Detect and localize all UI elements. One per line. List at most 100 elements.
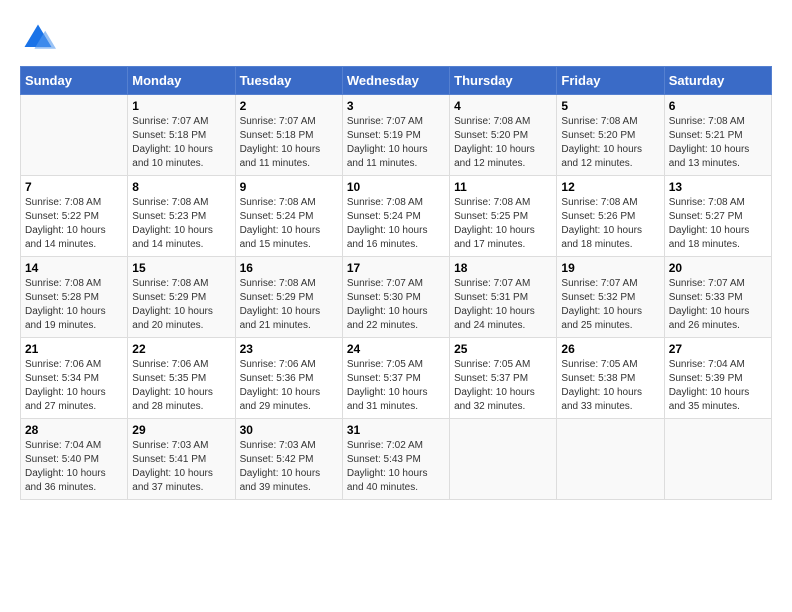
day-number: 8 [132,180,230,194]
week-row-5: 28 Sunrise: 7:04 AMSunset: 5:40 PMDayligh… [21,419,772,500]
calendar-cell: 16Sunrise: 7:08 AMSunset: 5:29 PMDayligh… [235,257,342,338]
day-info: Sunrise: 7:07 AMSunset: 5:31 PMDaylight:… [454,277,552,333]
calendar-cell: 13 Sunrise: 7:08 AMSunset: 5:27 PMDayligh… [664,176,771,257]
day-info: Sunrise: 7:04 AMSunset: 5:39 PMDaylight:… [669,358,767,414]
calendar-cell [450,419,557,500]
calendar-cell: 3 Sunrise: 7:07 AMSunset: 5:19 PMDaylight… [342,95,449,176]
week-row-4: 21 Sunrise: 7:06 AMSunset: 5:34 PMDayligh… [21,338,772,419]
calendar-cell: 15 Sunrise: 7:08 AMSunset: 5:29 PMDayligh… [128,257,235,338]
day-info: Sunrise: 7:03 AMSunset: 5:41 PMDaylight:… [132,439,230,495]
calendar-cell: 5Sunrise: 7:08 AMSunset: 5:20 PMDaylight… [557,95,664,176]
calendar-cell: 10Sunrise: 7:08 AMSunset: 5:24 PMDayligh… [342,176,449,257]
header-thursday: Thursday [450,67,557,95]
day-number: 28 [25,423,123,437]
day-number: 3 [347,99,445,113]
day-number: 14 [25,261,123,275]
calendar-cell: 6Sunrise: 7:08 AMSunset: 5:21 PMDaylight… [664,95,771,176]
day-info: Sunrise: 7:08 AMSunset: 5:27 PMDaylight:… [669,196,767,252]
day-number: 30 [240,423,338,437]
day-number: 22 [132,342,230,356]
header-monday: Monday [128,67,235,95]
day-info: Sunrise: 7:08 AMSunset: 5:25 PMDaylight:… [454,196,552,252]
day-info: Sunrise: 7:08 AMSunset: 5:21 PMDaylight:… [669,115,767,171]
calendar-cell [557,419,664,500]
calendar-cell: 1 Sunrise: 7:07 AMSunset: 5:18 PMDaylight… [128,95,235,176]
day-number: 7 [25,180,123,194]
day-info: Sunrise: 7:08 AMSunset: 5:28 PMDaylight:… [25,277,123,333]
calendar-cell: 21 Sunrise: 7:06 AMSunset: 5:34 PMDayligh… [21,338,128,419]
day-info: Sunrise: 7:08 AMSunset: 5:29 PMDaylight:… [132,277,230,333]
day-number: 15 [132,261,230,275]
calendar-cell: 4 Sunrise: 7:08 AMSunset: 5:20 PMDaylight… [450,95,557,176]
calendar-cell: 20 Sunrise: 7:07 AMSunset: 5:33 PMDayligh… [664,257,771,338]
day-number: 2 [240,99,338,113]
day-number: 18 [454,261,552,275]
day-number: 27 [669,342,767,356]
day-info: Sunrise: 7:06 AMSunset: 5:36 PMDaylight:… [240,358,338,414]
calendar-cell: 8 Sunrise: 7:08 AMSunset: 5:23 PMDaylight… [128,176,235,257]
calendar-header: SundayMondayTuesdayWednesdayThursdayFrid… [21,67,772,95]
day-number: 19 [561,261,659,275]
logo [20,20,60,56]
day-number: 4 [454,99,552,113]
header-saturday: Saturday [664,67,771,95]
page-header [20,20,772,56]
calendar-cell: 25Sunrise: 7:05 AMSunset: 5:37 PMDayligh… [450,338,557,419]
day-info: Sunrise: 7:05 AMSunset: 5:37 PMDaylight:… [454,358,552,414]
day-number: 13 [669,180,767,194]
calendar-cell: 17 Sunrise: 7:07 AMSunset: 5:30 PMDayligh… [342,257,449,338]
day-number: 5 [561,99,659,113]
calendar-cell [21,95,128,176]
day-info: Sunrise: 7:05 AMSunset: 5:37 PMDaylight:… [347,358,445,414]
day-number: 11 [454,180,552,194]
calendar-body: 1 Sunrise: 7:07 AMSunset: 5:18 PMDaylight… [21,95,772,500]
header-friday: Friday [557,67,664,95]
calendar-cell: 26 Sunrise: 7:05 AMSunset: 5:38 PMDayligh… [557,338,664,419]
week-row-1: 1 Sunrise: 7:07 AMSunset: 5:18 PMDaylight… [21,95,772,176]
day-info: Sunrise: 7:08 AMSunset: 5:22 PMDaylight:… [25,196,123,252]
header-wednesday: Wednesday [342,67,449,95]
day-number: 1 [132,99,230,113]
calendar-cell: 27 Sunrise: 7:04 AMSunset: 5:39 PMDayligh… [664,338,771,419]
calendar-cell: 30 Sunrise: 7:03 AMSunset: 5:42 PMDayligh… [235,419,342,500]
day-info: Sunrise: 7:07 AMSunset: 5:30 PMDaylight:… [347,277,445,333]
calendar-cell: 14 Sunrise: 7:08 AMSunset: 5:28 PMDayligh… [21,257,128,338]
header-row: SundayMondayTuesdayWednesdayThursdayFrid… [21,67,772,95]
calendar-cell: 7 Sunrise: 7:08 AMSunset: 5:22 PMDaylight… [21,176,128,257]
week-row-3: 14 Sunrise: 7:08 AMSunset: 5:28 PMDayligh… [21,257,772,338]
day-number: 21 [25,342,123,356]
logo-icon [20,20,56,56]
day-number: 9 [240,180,338,194]
day-number: 20 [669,261,767,275]
calendar-cell: 19Sunrise: 7:07 AMSunset: 5:32 PMDayligh… [557,257,664,338]
day-info: Sunrise: 7:08 AMSunset: 5:24 PMDaylight:… [240,196,338,252]
day-number: 26 [561,342,659,356]
day-number: 29 [132,423,230,437]
day-info: Sunrise: 7:06 AMSunset: 5:34 PMDaylight:… [25,358,123,414]
day-info: Sunrise: 7:03 AMSunset: 5:42 PMDaylight:… [240,439,338,495]
day-info: Sunrise: 7:08 AMSunset: 5:26 PMDaylight:… [561,196,659,252]
calendar-cell: 11 Sunrise: 7:08 AMSunset: 5:25 PMDayligh… [450,176,557,257]
calendar-cell: 2Sunrise: 7:07 AMSunset: 5:18 PMDaylight… [235,95,342,176]
day-number: 23 [240,342,338,356]
day-info: Sunrise: 7:02 AMSunset: 5:43 PMDaylight:… [347,439,445,495]
day-info: Sunrise: 7:07 AMSunset: 5:18 PMDaylight:… [132,115,230,171]
day-number: 12 [561,180,659,194]
calendar-cell: 28 Sunrise: 7:04 AMSunset: 5:40 PMDayligh… [21,419,128,500]
calendar-cell: 22 Sunrise: 7:06 AMSunset: 5:35 PMDayligh… [128,338,235,419]
calendar-cell [664,419,771,500]
day-info: Sunrise: 7:07 AMSunset: 5:33 PMDaylight:… [669,277,767,333]
calendar-cell: 12 Sunrise: 7:08 AMSunset: 5:26 PMDayligh… [557,176,664,257]
day-info: Sunrise: 7:04 AMSunset: 5:40 PMDaylight:… [25,439,123,495]
calendar-cell: 31 Sunrise: 7:02 AMSunset: 5:43 PMDayligh… [342,419,449,500]
day-number: 31 [347,423,445,437]
day-number: 17 [347,261,445,275]
day-info: Sunrise: 7:06 AMSunset: 5:35 PMDaylight:… [132,358,230,414]
header-tuesday: Tuesday [235,67,342,95]
day-info: Sunrise: 7:08 AMSunset: 5:20 PMDaylight:… [454,115,552,171]
calendar-cell: 29 Sunrise: 7:03 AMSunset: 5:41 PMDayligh… [128,419,235,500]
day-info: Sunrise: 7:07 AMSunset: 5:19 PMDaylight:… [347,115,445,171]
day-info: Sunrise: 7:08 AMSunset: 5:24 PMDaylight:… [347,196,445,252]
day-info: Sunrise: 7:05 AMSunset: 5:38 PMDaylight:… [561,358,659,414]
day-info: Sunrise: 7:08 AMSunset: 5:23 PMDaylight:… [132,196,230,252]
